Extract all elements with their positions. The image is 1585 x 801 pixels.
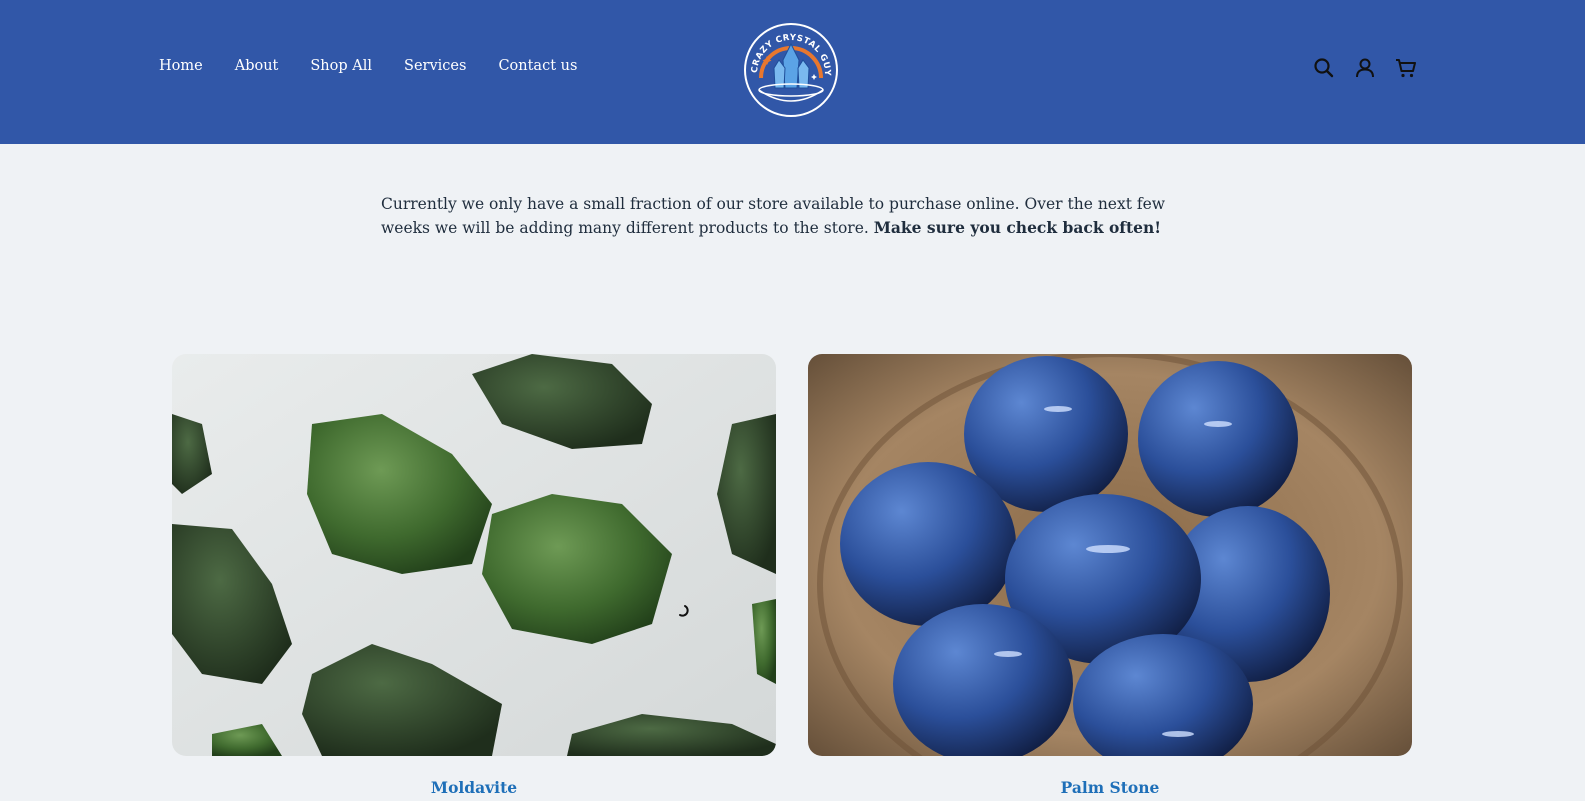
product-image-palm-stone[interactable] <box>808 354 1412 756</box>
product-card-palm-stone[interactable]: Palm Stone <box>808 354 1412 797</box>
loading-spinner-icon <box>679 605 689 617</box>
store-notice: Currently we only have a small fraction … <box>381 192 1211 240</box>
site-header: Home About Shop All Services Contact us … <box>0 0 1585 144</box>
cart-icon[interactable] <box>1394 56 1418 80</box>
nav-contact-link[interactable]: Contact us <box>498 58 577 74</box>
product-title-moldavite[interactable]: Moldavite <box>172 778 776 797</box>
nav-services-link[interactable]: Services <box>404 58 466 74</box>
nav-home-link[interactable]: Home <box>159 58 203 74</box>
store-notice-emphasis: Make sure you check back often! <box>873 218 1162 237</box>
nav-about-link[interactable]: About <box>235 58 279 74</box>
site-logo[interactable]: 2 CRAZY CRYSTAL GUYS <box>743 22 839 118</box>
main-nav: Home About Shop All Services Contact us <box>159 58 609 74</box>
nav-shop-all-link[interactable]: Shop All <box>310 58 372 74</box>
product-title-palm-stone[interactable]: Palm Stone <box>808 778 1412 797</box>
product-card-moldavite[interactable]: Moldavite <box>172 354 776 797</box>
account-icon[interactable] <box>1353 56 1377 80</box>
header-icons <box>1312 56 1418 80</box>
product-image-moldavite[interactable] <box>172 354 776 756</box>
search-icon[interactable] <box>1312 56 1336 80</box>
